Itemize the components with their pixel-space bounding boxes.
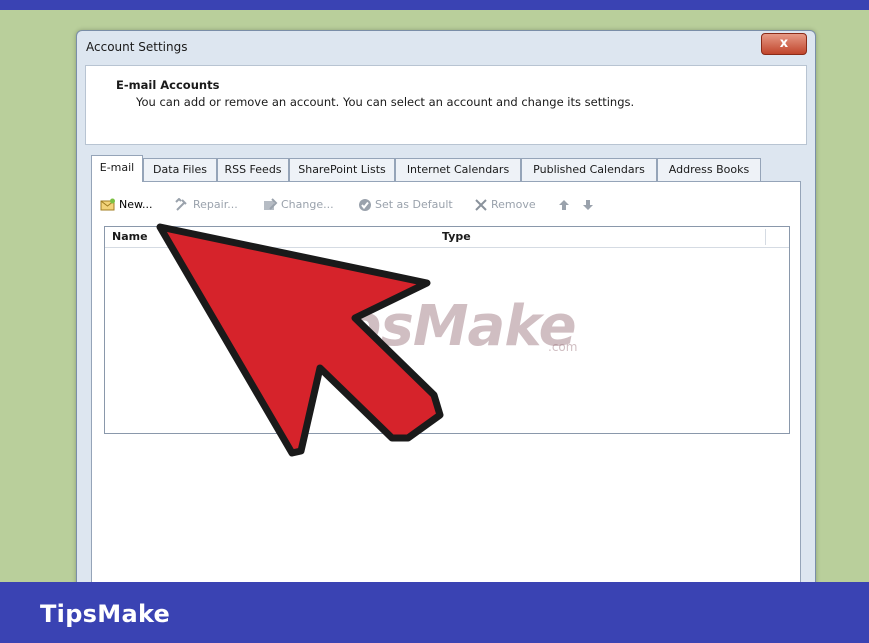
footer-bar: TipsMake	[0, 582, 869, 643]
top-frame-bar	[0, 0, 869, 10]
screenshot-area: Account Settings x E-mail Accounts You c…	[0, 10, 869, 582]
brand-logo-text: TipsMake	[40, 600, 171, 628]
tab-email[interactable]: E-mail	[91, 155, 143, 182]
red-arrow-shape	[156, 223, 444, 457]
pointer-arrow-graphic	[156, 223, 444, 457]
